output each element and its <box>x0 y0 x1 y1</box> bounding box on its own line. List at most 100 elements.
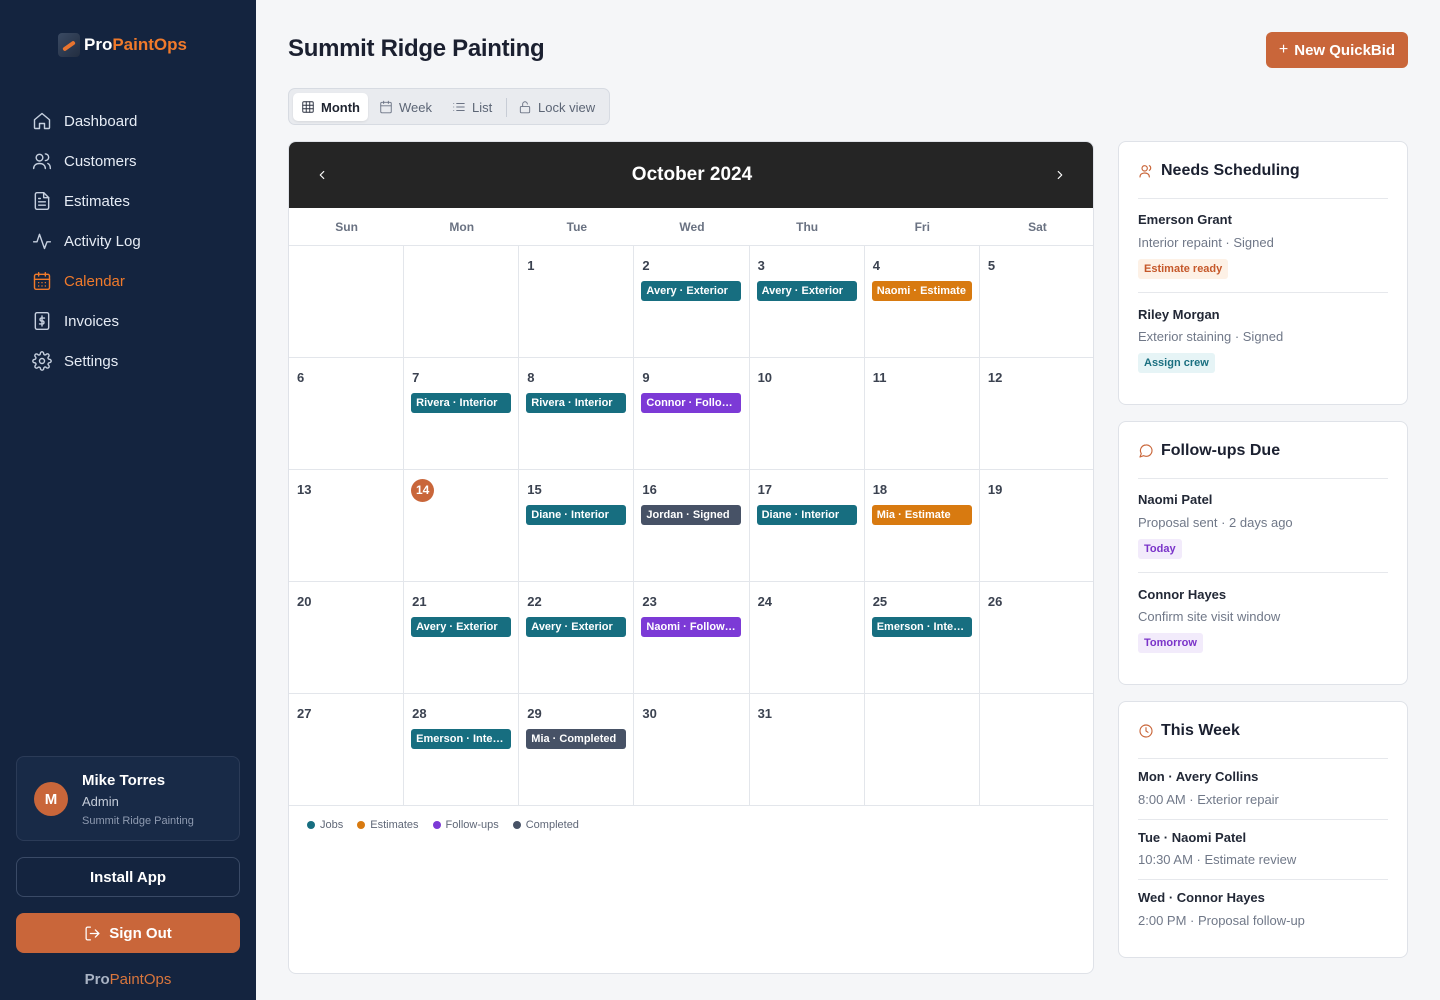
sidebar-item-label: Customers <box>64 152 137 170</box>
weekday-label: Fri <box>914 219 930 234</box>
sidebar-item-activity-log[interactable]: Activity Log <box>16 221 240 261</box>
day-number: 21 <box>412 594 427 609</box>
status-badge: Tomorrow <box>1138 633 1203 653</box>
weekday-label: Mon <box>449 219 475 234</box>
calendar-day-cell[interactable]: 21 Avery · Exterior <box>404 582 520 694</box>
app-logo[interactable]: Pro PaintOps <box>58 33 187 57</box>
status-badge: Estimate ready <box>1138 259 1229 279</box>
sign-out-icon <box>85 925 100 941</box>
calendar-day-cell[interactable]: 12 <box>979 358 1093 470</box>
next-month-button[interactable] <box>1049 164 1071 186</box>
calendar-event-job[interactable]: Avery · Exterior <box>756 281 857 301</box>
sidebar-item-settings[interactable]: Settings <box>16 341 240 381</box>
calendar-event-job[interactable]: Avery · Exterior <box>641 281 742 301</box>
calendar-day-cell[interactable]: 27 <box>289 694 405 806</box>
followup-item-name[interactable]: Connor Hayes <box>1138 587 1226 602</box>
calendar-event-job[interactable]: Emerson · Interior <box>411 729 512 749</box>
calendar-day-cell[interactable]: 31 <box>749 694 865 806</box>
legend-dot-icon <box>512 821 521 829</box>
user-name: Mike Torres <box>82 772 166 789</box>
calendar-day-cell[interactable]: 6 <box>289 358 405 470</box>
divider <box>1138 572 1388 573</box>
calendar-event-job[interactable]: Rivera · Interior <box>526 393 627 413</box>
calendar-day-cell[interactable]: 26 <box>979 582 1093 694</box>
install-app-button[interactable]: Install App <box>16 857 240 897</box>
sidebar-item-label: Dashboard <box>64 112 138 130</box>
view-month-button[interactable]: Month <box>293 93 368 121</box>
sidebar-item-estimates[interactable]: Estimates <box>16 181 240 221</box>
calendar-day-cell[interactable]: 20 <box>289 582 405 694</box>
sidebar-item-calendar[interactable]: Calendar <box>16 261 240 301</box>
dollar-icon <box>34 311 50 331</box>
weekday-label: Sun <box>335 219 358 234</box>
calendar-event-job[interactable]: Avery · Exterior <box>411 617 512 637</box>
calendar-event-job[interactable]: Diane · Interior <box>526 505 627 525</box>
calendar-event-estimate[interactable]: Naomi · Estimate <box>871 281 972 301</box>
calendar-day-cell[interactable]: 10 <box>749 358 865 470</box>
legend-item-estimate: Estimates <box>357 819 419 831</box>
calendar-event-completed[interactable]: Mia · Completed <box>526 729 627 749</box>
lock-view-label: Lock view <box>538 99 596 115</box>
calendar-event-followup[interactable]: Connor · Follow… <box>641 393 742 413</box>
calendar-event-job[interactable]: Emerson · Interior <box>871 617 972 637</box>
calendar-day-cell[interactable]: 25 Emerson · Interior <box>864 582 980 694</box>
calendar-event-estimate[interactable]: Mia · Estimate <box>871 505 972 525</box>
calendar-day-cell[interactable]: 23 Naomi · Follow-up <box>634 582 750 694</box>
calendar-event-followup[interactable]: Naomi · Follow-up <box>641 617 742 637</box>
divider <box>1138 758 1388 759</box>
scheduling-item-name[interactable]: Emerson Grant <box>1138 212 1232 227</box>
calendar-month-title: October 2024 <box>631 164 753 185</box>
view-week-button[interactable]: Week <box>371 93 440 121</box>
view-list-button[interactable]: List <box>444 93 500 121</box>
week-item-title[interactable]: Mon · Avery Collins <box>1138 769 1258 784</box>
today-day-number: 14 <box>411 479 435 502</box>
footer-brand-pro: Pro <box>84 971 110 988</box>
calendar-day-cell[interactable]: 7 Rivera · Interior <box>404 358 520 470</box>
calendar-event-job[interactable]: Rivera · Interior <box>411 393 512 413</box>
calendar-day-cell[interactable]: 3 Avery · Exterior <box>749 246 865 358</box>
calendar-grid: 1 2 Avery · Exterior 3 Avery · Exterior 4 Naom… <box>289 246 1093 806</box>
calendar-day-cell[interactable]: 22 Avery · Exterior <box>519 582 635 694</box>
followup-item-name[interactable]: Naomi Patel <box>1138 492 1212 507</box>
calendar-day-cell[interactable]: 14 <box>404 470 520 582</box>
calendar-day-cell[interactable]: 19 <box>979 470 1093 582</box>
calendar-day-cell[interactable]: 30 <box>634 694 750 806</box>
calendar-day-cell[interactable]: 24 <box>749 582 865 694</box>
legend-label: Follow-ups <box>445 819 499 831</box>
sidebar-item-label: Invoices <box>64 312 120 330</box>
calendar-day-cell[interactable]: 16 Jordan · Signed <box>634 470 750 582</box>
calendar-day-cell[interactable]: 15 Diane · Interior <box>519 470 635 582</box>
calendar-day-cell[interactable]: 4 Naomi · Estimate <box>864 246 980 358</box>
footer-brand-paintops: PaintOps <box>109 971 172 988</box>
calendar-day-cell[interactable]: 1 <box>519 246 635 358</box>
sidebar-item-invoices[interactable]: Invoices <box>16 301 240 341</box>
page-title: Summit Ridge Painting <box>288 35 545 62</box>
calendar-day-cell[interactable]: 2 Avery · Exterior <box>634 246 750 358</box>
divider <box>1138 819 1388 820</box>
calendar-day-cell[interactable]: 9 Connor · Follow… <box>634 358 750 470</box>
day-number: 13 <box>297 482 312 497</box>
this-week-panel: This Week Mon · Avery Collins 8:00 AM · … <box>1118 701 1408 958</box>
scheduling-item-name[interactable]: Riley Morgan <box>1138 307 1220 322</box>
week-item-title[interactable]: Tue · Naomi Patel <box>1138 830 1246 845</box>
grid-icon <box>302 101 314 113</box>
calendar-day-cell[interactable]: 13 <box>289 470 405 582</box>
lock-view-button[interactable]: Lock view <box>510 93 603 121</box>
sidebar-item-dashboard[interactable]: Dashboard <box>16 101 240 141</box>
needs-scheduling-panel: Needs Scheduling Emerson Grant Interior … <box>1118 141 1408 405</box>
calendar-event-completed[interactable]: Jordan · Signed <box>641 505 742 525</box>
calendar-day-cell[interactable]: 17 Diane · Interior <box>749 470 865 582</box>
calendar-day-cell[interactable]: 5 <box>979 246 1093 358</box>
calendar-day-cell[interactable]: 18 Mia · Estimate <box>864 470 980 582</box>
week-item-title[interactable]: Wed · Connor Hayes <box>1138 890 1265 905</box>
calendar-day-cell[interactable]: 28 Emerson · Interior <box>404 694 520 806</box>
calendar-day-cell[interactable]: 8 Rivera · Interior <box>519 358 635 470</box>
sign-out-button[interactable]: Sign Out <box>16 913 240 953</box>
calendar-event-job[interactable]: Avery · Exterior <box>526 617 627 637</box>
new-quickbid-button[interactable]: + New QuickBid <box>1266 32 1408 68</box>
calendar-empty-cell <box>404 246 520 358</box>
calendar-day-cell[interactable]: 29 Mia · Completed <box>519 694 635 806</box>
calendar-event-job[interactable]: Diane · Interior <box>756 505 857 525</box>
sidebar-item-customers[interactable]: Customers <box>16 141 240 181</box>
calendar-day-cell[interactable]: 11 <box>864 358 980 470</box>
